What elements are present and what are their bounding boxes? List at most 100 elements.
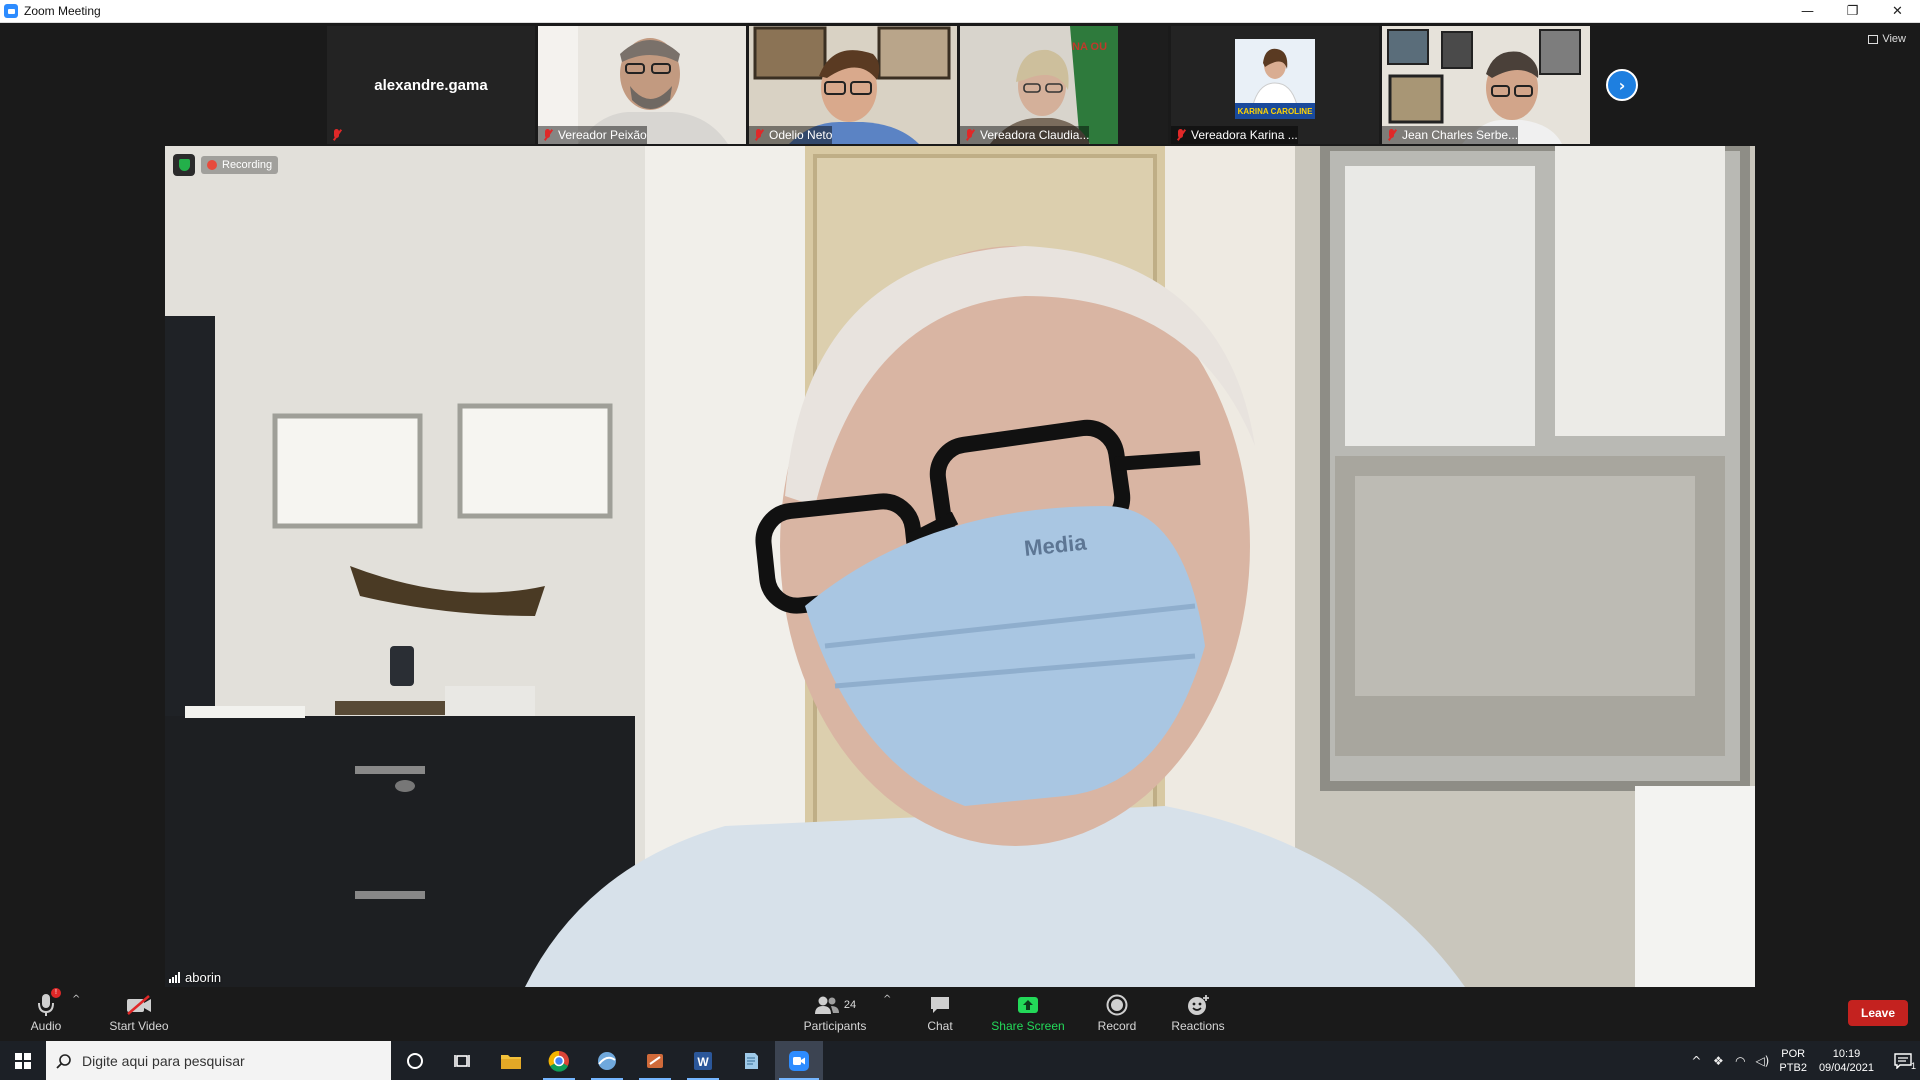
participant-tile[interactable]: Jean Charles Serbe... (1382, 26, 1590, 144)
participant-strip: alexandre.gama Vereador Peixão Odelio Ne… (327, 26, 1590, 144)
leave-button[interactable]: Leave (1848, 1000, 1908, 1026)
active-speaker-video[interactable]: Media Recording aborin (165, 146, 1755, 987)
file-explorer-app[interactable] (487, 1041, 535, 1080)
participants-count: 24 (843, 999, 857, 1011)
speaker-name: aborin (185, 970, 222, 985)
participant-name: Jean Charles Serbe... (1402, 128, 1519, 142)
mic-muted-icon (753, 128, 765, 142)
share-screen-button[interactable]: Share Screen (990, 988, 1066, 1041)
participant-tile[interactable]: NA OU Vereadora Claudia... (960, 26, 1168, 144)
participant-tile[interactable]: Odelio Neto (749, 26, 957, 144)
start-video-button[interactable]: Start Video (104, 988, 174, 1041)
participant-name: Vereadora Claudia... (980, 128, 1090, 142)
warning-badge-icon: ! (51, 988, 61, 998)
search-icon (56, 1053, 71, 1069)
pinned-app-3[interactable] (727, 1041, 775, 1080)
mic-muted-icon (964, 128, 976, 142)
meeting-toolbar: ! Audio ^ Start Video 24 Participants ^ … (0, 988, 1920, 1041)
task-view-icon (454, 1054, 470, 1067)
participant-name-large: alexandre.gama (374, 76, 488, 94)
app-document-icon (745, 1052, 758, 1069)
audio-options-caret-icon[interactable]: ^ (72, 994, 80, 1005)
record-label: Record (1097, 1019, 1137, 1033)
mic-muted-icon (1386, 128, 1398, 142)
share-screen-icon (1017, 993, 1039, 1017)
zoom-app-icon (4, 4, 18, 18)
participant-tile[interactable]: KARINA CAROLINE Vereadora Karina ... (1171, 26, 1379, 144)
minimize-button[interactable]: — (1785, 0, 1830, 23)
system-tray: ^ ❖ ◠ ◁) POR PTB2 10:19 09/04/2021 1 (1685, 1041, 1920, 1080)
participant-name: Vereadora Karina ... (1191, 128, 1298, 142)
participants-options-caret-icon[interactable]: ^ (883, 994, 891, 1005)
speaker-label: aborin (169, 970, 221, 985)
chat-bubble-icon (929, 993, 951, 1017)
clock-time: 10:19 (1832, 1047, 1861, 1060)
view-button[interactable]: View (1868, 33, 1906, 45)
volume-icon[interactable]: ◁) (1751, 1054, 1773, 1068)
pinned-app-2[interactable] (631, 1041, 679, 1080)
record-button[interactable]: Record (1094, 988, 1140, 1041)
record-icon (1106, 993, 1128, 1017)
word-app[interactable]: W (679, 1041, 727, 1080)
start-video-label: Start Video (109, 1019, 169, 1033)
recording-indicator[interactable]: Recording (201, 156, 279, 174)
wifi-icon[interactable]: ◠ (1729, 1054, 1751, 1068)
reactions-label: Reactions (1171, 1019, 1225, 1033)
recording-label: Recording (222, 159, 273, 171)
mic-muted-icon (331, 128, 343, 142)
chrome-app[interactable] (535, 1041, 583, 1080)
participant-tile[interactable]: Vereador Peixão (538, 26, 746, 144)
word-icon: W (694, 1051, 712, 1070)
signal-strength-icon (169, 972, 180, 983)
clock-date: 09/04/2021 (1818, 1061, 1874, 1074)
windows-taskbar: Digite aqui para pesquisar W ^ ❖ ◠ ◁) PO… (0, 1041, 1920, 1080)
participants-button[interactable]: 24 Participants (800, 988, 870, 1041)
app-tools-icon (647, 1053, 663, 1068)
show-hidden-icons-chevron-icon[interactable]: ^ (1685, 1054, 1707, 1068)
chevron-right-icon[interactable]: › (1606, 69, 1638, 101)
task-view-button[interactable] (439, 1041, 487, 1080)
share-screen-label: Share Screen (991, 1019, 1065, 1033)
speaker-video-frame: Media (165, 146, 1755, 987)
record-dot-icon (207, 160, 217, 170)
window-title: Zoom Meeting (24, 4, 101, 18)
taskbar-clock[interactable]: 10:19 09/04/2021 (1819, 1047, 1874, 1075)
language-primary: POR (1781, 1047, 1806, 1060)
participant-name-bar (327, 126, 343, 144)
app-globe-icon (598, 1051, 616, 1070)
folder-icon (501, 1054, 521, 1069)
shield-icon[interactable] (173, 154, 195, 176)
windows-start-button[interactable] (0, 1041, 46, 1080)
notification-center-icon (1894, 1052, 1912, 1069)
cortana-circle-icon (407, 1052, 423, 1069)
cortana-button[interactable] (391, 1041, 439, 1080)
mic-muted-icon (542, 128, 554, 142)
participant-name: Odelio Neto (769, 128, 833, 142)
reactions-button[interactable]: Reactions (1170, 988, 1226, 1041)
notifications-button[interactable]: 1 (1886, 1052, 1920, 1071)
mic-muted-icon (1175, 128, 1187, 142)
profile-poster: KARINA CAROLINE (1235, 39, 1315, 119)
zoom-icon (789, 1050, 809, 1071)
participant-tile[interactable]: alexandre.gama (327, 26, 535, 144)
close-button[interactable]: ✕ (1875, 0, 1920, 23)
taskbar-search-input[interactable]: Digite aqui para pesquisar (46, 1041, 391, 1080)
poster-caption: KARINA CAROLINE (1235, 103, 1315, 119)
window-titlebar: Zoom Meeting — ❐ ✕ (0, 0, 1920, 23)
audio-label: Audio (30, 1019, 62, 1033)
video-off-icon (125, 993, 153, 1017)
notification-count: 1 (1910, 1060, 1916, 1071)
dropbox-icon[interactable]: ❖ (1707, 1054, 1729, 1068)
participant-name-bar: Jean Charles Serbe... (1382, 126, 1519, 144)
audio-button[interactable]: ! Audio (28, 988, 64, 1041)
zoom-app[interactable] (775, 1041, 823, 1080)
participant-name-bar: Vereadora Karina ... (1171, 126, 1298, 144)
participant-name: Vereador Peixão (558, 128, 647, 142)
restore-button[interactable]: ❐ (1830, 0, 1875, 23)
input-language-indicator[interactable]: POR PTB2 (1779, 1047, 1807, 1075)
search-placeholder: Digite aqui para pesquisar (82, 1052, 245, 1069)
chat-button[interactable]: Chat (920, 988, 960, 1041)
pinned-app-1[interactable] (583, 1041, 631, 1080)
participant-name-bar: Vereadora Claudia... (960, 126, 1090, 144)
view-label: View (1882, 33, 1906, 45)
